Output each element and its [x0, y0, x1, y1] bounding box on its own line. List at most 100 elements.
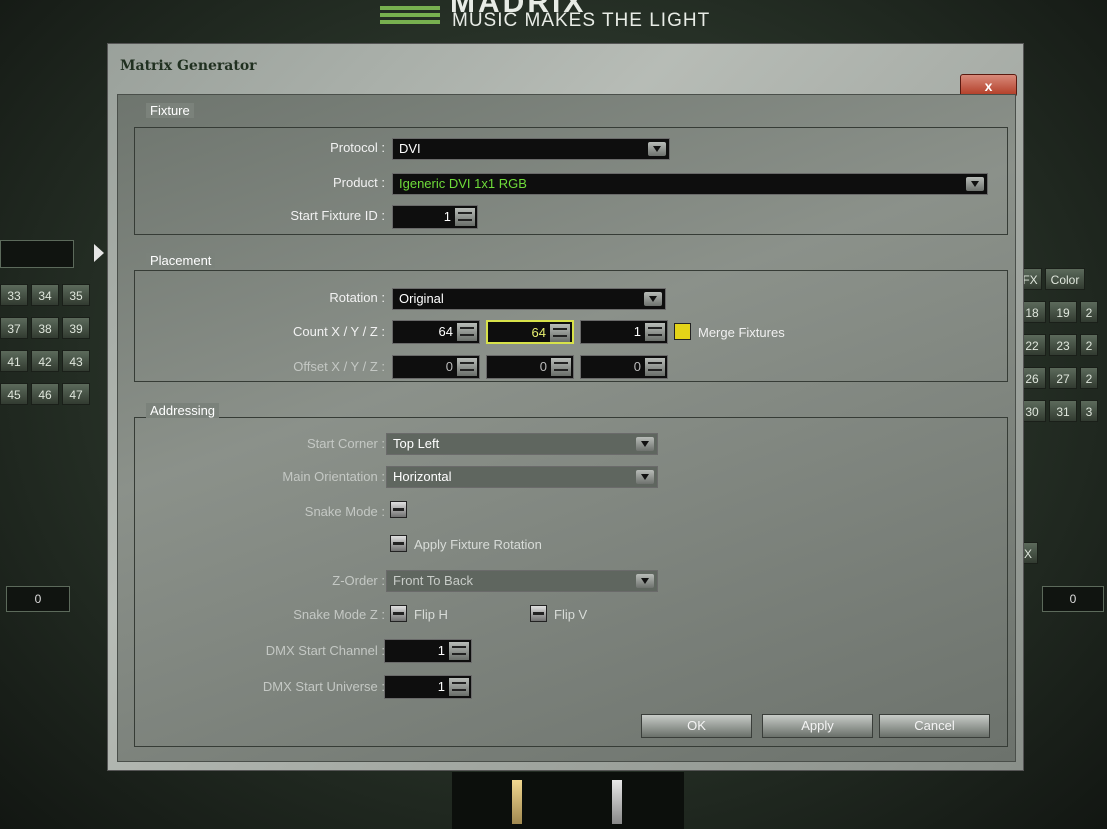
product-value: Igeneric DVI 1x1 RGB [399, 176, 527, 191]
snake-mode-checkbox[interactable] [390, 501, 407, 518]
cancel-button[interactable]: Cancel [879, 714, 990, 738]
offset-label: Offset X / Y / Z : [293, 359, 385, 374]
grid-cell[interactable]: 2 [1080, 301, 1098, 323]
start-fixture-id-value: 1 [443, 209, 451, 224]
spin-buttons-icon[interactable] [645, 323, 665, 341]
grid-cell[interactable]: 45 [0, 383, 28, 405]
dmx-start-universe-label: DMX Start Universe : [262, 679, 385, 694]
main-orientation-select[interactable]: Horizontal [386, 466, 658, 488]
product-select[interactable]: Igeneric DVI 1x1 RGB [392, 173, 988, 195]
spin-buttons-icon[interactable] [457, 358, 477, 376]
start-fixture-id-label: Start Fixture ID : [290, 208, 385, 223]
grid-cell[interactable]: 34 [31, 284, 59, 306]
start-corner-label: Start Corner : [306, 436, 385, 451]
grid-cell[interactable]: 2 [1080, 334, 1098, 356]
apply-button[interactable]: Apply [762, 714, 873, 738]
spin-buttons-icon[interactable] [551, 358, 571, 376]
grid-cell[interactable]: 46 [31, 383, 59, 405]
placement-group-title: Placement [146, 253, 216, 268]
grid-cell[interactable]: 42 [31, 350, 59, 372]
chevron-down-icon[interactable] [966, 177, 984, 191]
merge-fixtures-checkbox[interactable] [674, 323, 691, 340]
spin-buttons-icon[interactable] [645, 358, 665, 376]
spin-buttons-icon[interactable] [449, 642, 469, 660]
start-corner-select[interactable]: Top Left [386, 433, 658, 455]
rotation-select[interactable]: Original [392, 288, 666, 310]
fader-handle[interactable] [612, 780, 622, 824]
fader-handle[interactable] [512, 780, 522, 824]
dialog-body: Fixture Protocol : DVI Product : Igeneri… [117, 94, 1016, 762]
grid-cell[interactable]: 35 [62, 284, 90, 306]
logo-icon [380, 6, 440, 26]
offset-x-value: 0 [445, 359, 453, 374]
chevron-down-icon[interactable] [636, 437, 654, 451]
rotation-value: Original [399, 291, 444, 306]
background-grid-right: FX Color 18 19 2 22 23 2 26 27 2 30 31 3 [1018, 268, 1107, 433]
background-faders [452, 772, 684, 829]
grid-cell[interactable]: 33 [0, 284, 28, 306]
spin-buttons-icon[interactable] [455, 208, 475, 226]
z-order-label: Z-Order : [332, 573, 385, 588]
matrix-generator-dialog: Matrix Generator x Fixture Protocol : DV… [107, 43, 1024, 771]
count-z-input[interactable]: 1 [580, 320, 668, 344]
product-label: Product : [332, 175, 385, 190]
background-input[interactable] [0, 240, 74, 268]
grid-cell[interactable]: 39 [62, 317, 90, 339]
spin-buttons-icon[interactable] [550, 324, 570, 342]
grid-cell[interactable]: 31 [1049, 400, 1077, 422]
dmx-start-channel-label: DMX Start Channel : [265, 643, 385, 658]
dmx-start-channel-value: 1 [437, 643, 445, 658]
background-value-right[interactable]: 0 [1042, 586, 1104, 612]
dialog-titlebar[interactable]: Matrix Generator x [108, 44, 1023, 97]
grid-cell[interactable]: 37 [0, 317, 28, 339]
count-x-value: 64 [438, 324, 453, 339]
grid-cell[interactable]: 38 [31, 317, 59, 339]
count-x-input[interactable]: 64 [392, 320, 480, 344]
app-banner: MADRIX MUSIC MAKES THE LIGHT [300, 0, 820, 44]
grid-cell[interactable]: 41 [0, 350, 28, 372]
fixture-group-title: Fixture [146, 103, 194, 118]
chevron-down-icon[interactable] [644, 292, 662, 306]
merge-fixtures-label: Merge Fixtures [698, 325, 785, 340]
dmx-start-universe-input[interactable]: 1 [384, 675, 472, 699]
offset-y-value: 0 [539, 359, 547, 374]
dmx-start-channel-input[interactable]: 1 [384, 639, 472, 663]
protocol-select[interactable]: DVI [392, 138, 670, 160]
spin-buttons-icon[interactable] [457, 323, 477, 341]
offset-z-value: 0 [633, 359, 641, 374]
grid-cell[interactable]: 23 [1049, 334, 1077, 356]
offset-y-input[interactable]: 0 [486, 355, 574, 379]
background-value-left[interactable]: 0 [6, 586, 70, 612]
protocol-value: DVI [399, 141, 421, 156]
main-orientation-label: Main Orientation : [282, 469, 385, 484]
offset-x-input[interactable]: 0 [392, 355, 480, 379]
grid-cell[interactable]: 27 [1049, 367, 1077, 389]
grid-cell[interactable]: 3 [1080, 400, 1098, 422]
brand-tagline: MUSIC MAKES THE LIGHT [452, 10, 711, 31]
offset-z-input[interactable]: 0 [580, 355, 668, 379]
flip-v-checkbox[interactable] [530, 605, 547, 622]
dmx-start-universe-value: 1 [437, 679, 445, 694]
background-grid-left: 33 34 35 37 38 39 41 42 43 45 46 47 [0, 284, 110, 416]
play-icon[interactable] [94, 244, 104, 262]
count-y-input[interactable]: 64 [486, 320, 574, 344]
chevron-down-icon[interactable] [648, 142, 666, 156]
main-orientation-value: Horizontal [393, 469, 452, 484]
flip-h-label: Flip H [414, 607, 448, 622]
apply-fixture-rotation-checkbox[interactable] [390, 535, 407, 552]
grid-cell[interactable]: 43 [62, 350, 90, 372]
count-z-value: 1 [633, 324, 641, 339]
flip-h-checkbox[interactable] [390, 605, 407, 622]
grid-cell[interactable]: 19 [1049, 301, 1077, 323]
apply-fixture-rotation-label: Apply Fixture Rotation [414, 537, 542, 552]
ok-button[interactable]: OK [641, 714, 752, 738]
z-order-select[interactable]: Front To Back [386, 570, 658, 592]
spin-buttons-icon[interactable] [449, 678, 469, 696]
chevron-down-icon[interactable] [636, 574, 654, 588]
grid-cell[interactable]: 2 [1080, 367, 1098, 389]
tab-color[interactable]: Color [1045, 268, 1085, 290]
chevron-down-icon[interactable] [636, 470, 654, 484]
start-fixture-id-input[interactable]: 1 [392, 205, 478, 229]
dialog-title: Matrix Generator [120, 58, 257, 74]
grid-cell[interactable]: 47 [62, 383, 90, 405]
